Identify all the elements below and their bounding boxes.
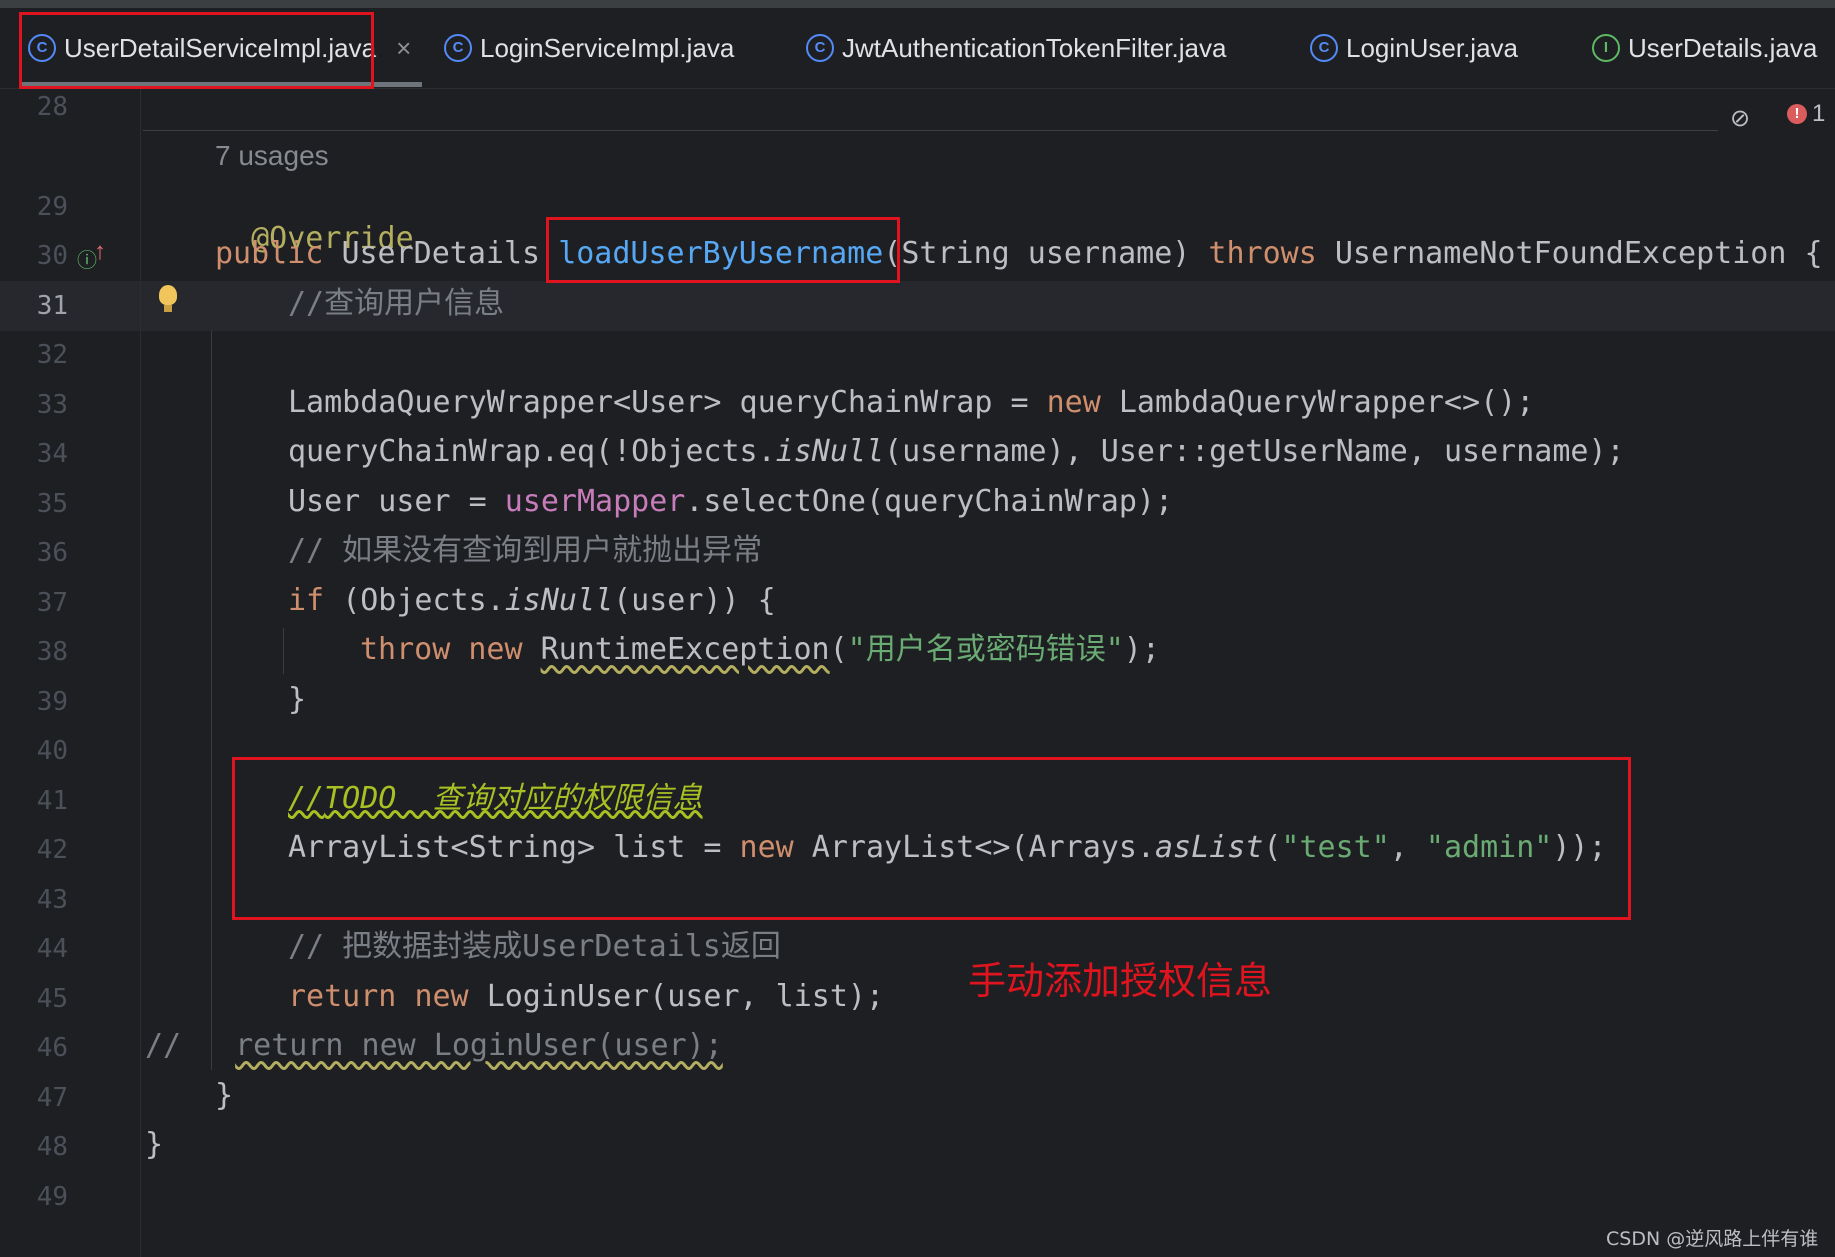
interface-icon: I <box>1592 34 1620 62</box>
tab-label: LoginServiceImpl.java <box>480 32 735 63</box>
line-number: 45 <box>36 984 68 1014</box>
indent-guide <box>283 628 284 674</box>
line-number: 48 <box>36 1132 68 1162</box>
tab-label: LoginUser.java <box>1346 32 1518 63</box>
override-up-arrow-icon[interactable]: ↑ <box>94 238 106 266</box>
code-line-48[interactable]: } <box>145 1128 163 1162</box>
highlight-box-method <box>546 217 900 283</box>
lightbulb-base <box>164 305 172 312</box>
code-line-34[interactable]: queryChainWrap.eq(!Objects.isNull(userna… <box>288 435 1625 469</box>
window-top-strip <box>0 0 1835 8</box>
line-number-current: 31 <box>36 291 68 321</box>
tab-jwtauthenticationtokenfilter[interactable]: C JwtAuthenticationTokenFilter.java <box>806 8 1226 88</box>
code-line-38[interactable]: throw new RuntimeException("用户名或密码错误"); <box>360 633 1160 667</box>
line-number: 33 <box>36 390 68 420</box>
highlight-box-tab <box>19 12 374 89</box>
line-number: 39 <box>36 687 68 717</box>
line-number: 28 <box>36 92 68 122</box>
line-number: 37 <box>36 588 68 618</box>
tab-label: UserDetails.java <box>1628 32 1818 63</box>
code-line-46[interactable]: //return new LoginUser(user); <box>145 1029 723 1063</box>
code-line-44[interactable]: // 把数据封装成UserDetails返回 <box>288 930 781 964</box>
code-line-45[interactable]: return new LoginUser(user, list); <box>288 980 884 1014</box>
line-number: 41 <box>36 786 68 816</box>
code-line-37[interactable]: if (Objects.isNull(user)) { <box>288 584 776 618</box>
class-icon: C <box>1310 34 1338 62</box>
line-number: 47 <box>36 1083 68 1113</box>
annotation-note: 手动添加授权信息 <box>968 959 1273 1003</box>
tab-loginserviceimpl[interactable]: C LoginServiceImpl.java <box>444 8 734 88</box>
close-icon[interactable]: × <box>396 33 411 64</box>
watermark: CSDN @逆风路上伴有谁 <box>1606 1228 1819 1250</box>
line-number: 49 <box>36 1182 68 1212</box>
hide-inlays-icon[interactable]: ⊘ <box>1730 104 1750 133</box>
current-line-highlight <box>0 281 1835 331</box>
class-icon: C <box>444 34 472 62</box>
error-count[interactable]: 1 <box>1812 100 1825 128</box>
code-line-33[interactable]: LambdaQueryWrapper<User> queryChainWrap … <box>288 386 1534 420</box>
line-number: 38 <box>36 637 68 667</box>
line-number: 32 <box>36 340 68 370</box>
line-number: 35 <box>36 489 68 519</box>
code-line-35[interactable]: User user = userMapper.selectOne(queryCh… <box>288 485 1173 519</box>
line-number: 43 <box>36 885 68 915</box>
gutter-divider <box>140 89 141 1257</box>
line-number: 40 <box>36 736 68 766</box>
code-line-30[interactable]: public UserDetails loadUserByUsername(St… <box>215 237 1823 271</box>
highlight-box-todo-block <box>232 757 1631 920</box>
tab-label: JwtAuthenticationTokenFilter.java <box>842 32 1227 63</box>
code-line-31[interactable]: //查询用户信息 <box>288 287 504 321</box>
line-number: 36 <box>36 538 68 568</box>
code-line-39[interactable]: } <box>288 683 306 717</box>
line-number: 29 <box>36 192 68 222</box>
line-number: 44 <box>36 934 68 964</box>
code-line-36[interactable]: // 如果没有查询到用户就抛出异常 <box>288 534 762 568</box>
tab-loginuser[interactable]: C LoginUser.java <box>1310 8 1518 88</box>
lightbulb-icon[interactable] <box>159 285 177 305</box>
tab-userdetails[interactable]: I UserDetails.java <box>1592 8 1817 88</box>
error-indicator-icon[interactable]: ! <box>1787 104 1807 124</box>
line-number: 34 <box>36 439 68 469</box>
method-separator <box>143 130 1718 131</box>
usages-hint[interactable]: 7 usages <box>215 140 329 172</box>
line-number: 30 <box>36 241 68 271</box>
line-number: 42 <box>36 835 68 865</box>
code-line-47[interactable]: } <box>215 1079 233 1113</box>
indent-guide <box>211 330 212 1070</box>
line-number: 46 <box>36 1033 68 1063</box>
class-icon: C <box>806 34 834 62</box>
